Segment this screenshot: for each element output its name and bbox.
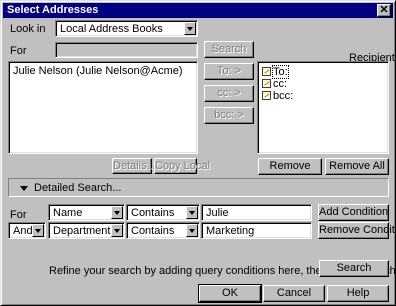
close-icon[interactable]: ✕ <box>377 4 391 17</box>
recipient-row-to[interactable]: To: <box>262 65 289 79</box>
ok-button[interactable]: OK <box>198 284 262 303</box>
condition-operator-value: Contains <box>131 225 175 237</box>
search-button-top[interactable]: Search <box>204 41 254 58</box>
condition-value-text: Marketing <box>206 225 255 237</box>
recipient-row-label: To: <box>272 65 289 79</box>
recipients-list[interactable]: To: cc: bcc: <box>257 61 389 154</box>
chevron-down-icon[interactable] <box>32 224 44 237</box>
recipient-row-label: cc: <box>273 78 288 90</box>
condition-operator-dropdown[interactable]: Contains <box>126 222 200 239</box>
results-list[interactable]: Julie Nelson (Julie Nelson@Acme) <box>8 61 198 154</box>
details-button[interactable]: Details... <box>112 158 156 174</box>
remove-all-button[interactable]: Remove All <box>325 158 389 175</box>
chevron-down-icon[interactable] <box>111 224 123 237</box>
condition-field-dropdown[interactable]: Name <box>48 204 125 221</box>
detailed-search-label: Detailed Search... <box>34 182 122 194</box>
add-condition-button[interactable]: Add Condition <box>318 204 389 221</box>
condition-field-value: Department <box>53 225 111 237</box>
remove-button[interactable]: Remove <box>258 158 322 175</box>
recipient-row-bcc[interactable]: bcc: <box>262 90 294 102</box>
condition-operator-value: Contains <box>131 207 175 219</box>
title-bar: Select Addresses ✕ <box>3 3 393 18</box>
remove-condition-button[interactable]: Remove Conditon <box>318 222 396 239</box>
note-icon <box>262 91 271 100</box>
chevron-down-icon[interactable] <box>184 22 196 35</box>
detailed-search-toggle[interactable]: Detailed Search... <box>8 178 389 197</box>
window-title: Select Addresses <box>7 4 99 16</box>
recipient-row-cc[interactable]: cc: <box>262 78 288 90</box>
chevron-down-icon[interactable] <box>111 206 123 219</box>
note-icon <box>262 67 271 76</box>
condition-field-dropdown[interactable]: Department <box>48 222 125 239</box>
search-button[interactable]: Search <box>319 260 389 277</box>
look-in-label: Look in <box>10 23 46 35</box>
triangle-down-icon <box>20 186 28 191</box>
recipient-row-label: bcc: <box>273 90 294 102</box>
condition-connector-label: For <box>10 209 27 221</box>
chevron-down-icon[interactable] <box>186 224 198 237</box>
to-button[interactable]: To: > <box>204 63 254 80</box>
condition-field-value: Name <box>53 207 83 219</box>
note-icon <box>262 79 271 88</box>
search-input[interactable] <box>55 42 198 58</box>
condition-value-text: Julie <box>206 207 229 219</box>
condition-operator-dropdown[interactable]: Contains <box>126 204 200 221</box>
cc-button[interactable]: cc: > <box>204 85 254 102</box>
select-addresses-dialog: Select Addresses ✕ Look in Local Address… <box>0 0 396 306</box>
for-label: For <box>10 45 27 57</box>
condition-connector-dropdown[interactable]: And <box>8 222 46 239</box>
copy-local-button[interactable]: Copy Local <box>154 158 210 174</box>
list-item[interactable]: Julie Nelson (Julie Nelson@Acme) <box>13 65 183 77</box>
look-in-dropdown[interactable]: Local Address Books <box>55 20 198 37</box>
help-button[interactable]: Help <box>327 285 389 302</box>
condition-connector-value: And <box>13 225 33 237</box>
condition-value-input[interactable]: Julie <box>201 204 312 221</box>
bcc-button[interactable]: bcc: > <box>204 107 254 124</box>
look-in-value: Local Address Books <box>60 23 163 35</box>
chevron-down-icon[interactable] <box>186 206 198 219</box>
cancel-button[interactable]: Cancel <box>263 285 325 302</box>
condition-value-input[interactable]: Marketing <box>201 222 312 239</box>
